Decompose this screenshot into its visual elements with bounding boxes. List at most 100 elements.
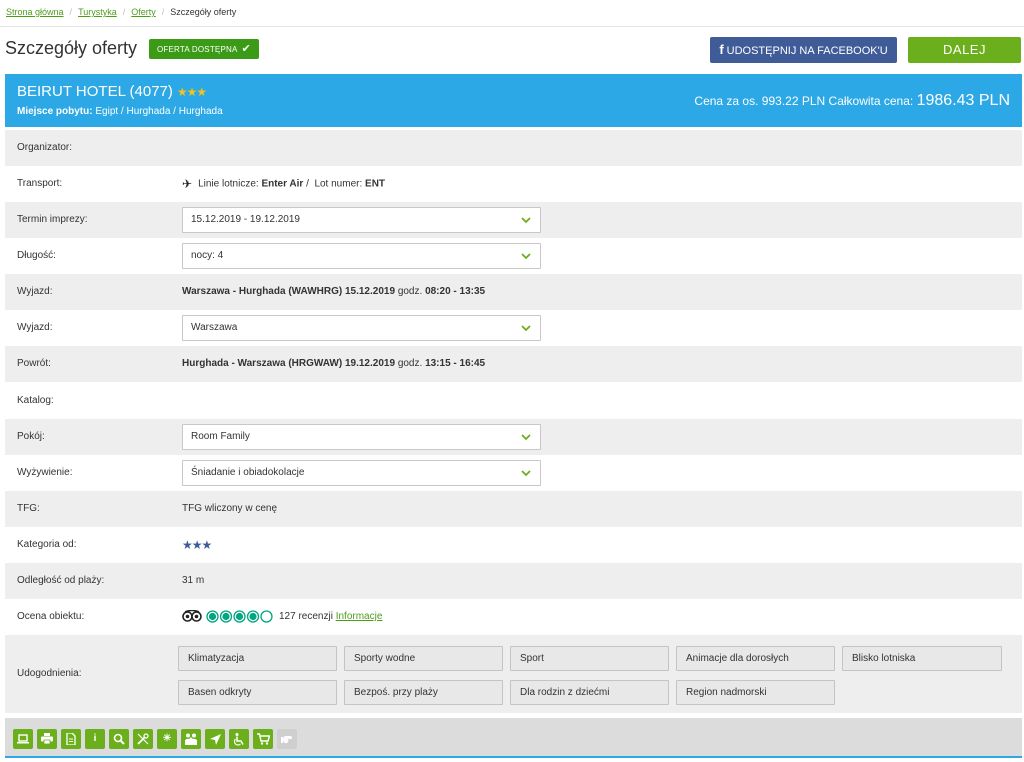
hotel-stars-icon: ★★★	[176, 85, 207, 99]
row-transport: Transport: ✈ Linie lotnicze: Enter Air / …	[5, 166, 1022, 202]
tfg-value: TFG wliczony w cenę	[182, 503, 278, 514]
status-badge: OFERTA DOSTĘPNA ✔	[149, 39, 259, 59]
airline-value: Enter Air	[261, 178, 304, 190]
row-amenities: Udogodnienia: Klimatyzacja Sporty wodne …	[5, 635, 1022, 713]
return-label: Powrót:	[17, 358, 51, 369]
category-stars-icon: ★★★	[182, 538, 212, 552]
hotel-name: BEIRUT HOTEL (4077) ★★★	[17, 83, 207, 100]
room-select-value: Room Family	[191, 431, 250, 442]
chevron-down-icon	[521, 253, 531, 260]
row-beach-distance: Odległość od plaży: 31 m	[5, 563, 1022, 599]
chevron-down-icon	[521, 470, 531, 477]
breadcrumb: Strona główna / Turystyka / Oferty / Szczegóły…	[6, 7, 236, 17]
page-title: Szczegóły oferty	[5, 38, 138, 58]
length-label: Długość:	[17, 250, 56, 261]
breadcrumb-offers-link[interactable]: Oferty	[131, 7, 156, 17]
catalog-label: Katalog:	[17, 395, 54, 406]
departure-city-label: Wyjazd:	[17, 322, 53, 333]
rating-label: Ocena obiektu:	[17, 611, 85, 622]
info-icon[interactable]: i	[85, 729, 105, 749]
print-icon[interactable]	[37, 729, 57, 749]
airplane-icon: ✈	[182, 177, 193, 191]
tripadvisor-owl-icon	[182, 610, 202, 623]
departure-route: Warszawa - Hurghada (WAWHRG) 15.12.2019	[182, 286, 396, 297]
location-value: Egipt / Hurghada / Hurghada	[95, 106, 223, 117]
board-label: Wyżywienie:	[17, 467, 73, 478]
board-select[interactable]: Śniadanie i obiadokolacje	[182, 460, 541, 486]
facebook-share-button[interactable]: f UDOSTĘPNIJ NA FACEBOOK'U	[710, 37, 897, 63]
facebook-share-label: UDOSTĘPNIJ NA FACEBOOK'U	[726, 45, 888, 57]
hand-icon[interactable]	[277, 729, 297, 749]
departure-label: Wyjazd:	[17, 286, 53, 297]
return-route: Hurghada - Warszawa (HRGWAW) 19.12.2019	[182, 358, 396, 369]
price-summary: Cena za os. 993.22 PLN Całkowita cena: 1…	[694, 92, 1010, 110]
tools-icon[interactable]	[133, 729, 153, 749]
room-label: Pokój:	[17, 431, 45, 442]
amenity-tag: Blisko lotniska	[842, 646, 1002, 671]
transport-value: ✈ Linie lotnicze: Enter Air / Lot numer: …	[182, 166, 385, 203]
amenity-tag: Bezpoś. przy plaży	[344, 680, 503, 705]
rating-bubbles-icon	[206, 610, 273, 623]
location: Miejsce pobytu: Egipt / Hurghada / Hurgh…	[17, 106, 223, 117]
laptop-icon[interactable]	[13, 729, 33, 749]
tfg-label: TFG:	[17, 503, 40, 514]
offer-toolbar: i ☀	[5, 718, 1022, 758]
flight-number-value: ENT	[365, 178, 386, 190]
organizer-label: Organizator:	[17, 142, 73, 153]
amenity-tag: Sport	[510, 646, 669, 671]
amenity-tag: Sporty wodne	[344, 646, 503, 671]
facebook-icon: f	[719, 42, 724, 57]
return-time: 13:15 - 16:45	[425, 358, 486, 369]
price-per-person-label: Cena za os.	[694, 94, 759, 108]
row-catalog: Katalog:	[5, 383, 1022, 419]
room-select[interactable]: Room Family	[182, 424, 541, 450]
departure-value: Warszawa - Hurghada (WAWHRG) 15.12.2019 …	[182, 274, 485, 310]
hotel-name-text: BEIRUT HOTEL	[17, 83, 126, 100]
row-board: Wyżywienie: Śniadanie i obiadokolacje	[5, 455, 1022, 491]
offer-header: BEIRUT HOTEL (4077) ★★★ Miejsce pobytu: E…	[5, 74, 1022, 127]
location-label: Miejsce pobytu:	[17, 106, 93, 117]
beach-distance-label: Odległość od plaży:	[17, 575, 105, 586]
row-room: Pokój: Room Family	[5, 419, 1022, 455]
location-arrow-icon[interactable]	[205, 729, 225, 749]
family-icon[interactable]	[181, 729, 201, 749]
amenity-tag: Klimatyzacja	[178, 646, 337, 671]
rating-value: 127 recenzji Informacje	[182, 599, 382, 635]
amenities-label: Udogodnienia:	[17, 668, 82, 679]
row-category: Kategoria od: ★★★	[5, 527, 1022, 563]
price-per-person: 993.22 PLN	[761, 94, 826, 108]
term-select[interactable]: 15.12.2019 - 19.12.2019	[182, 207, 541, 233]
amenity-tag: Region nadmorski	[676, 680, 835, 705]
airline-label: Linie lotnicze:	[198, 178, 259, 190]
row-term: Termin imprezy: 15.12.2019 - 19.12.2019	[5, 202, 1022, 238]
transport-label: Transport:	[17, 178, 63, 189]
breadcrumb-home-link[interactable]: Strona główna	[6, 7, 64, 17]
next-button[interactable]: DALEJ	[908, 37, 1021, 63]
chevron-down-icon	[521, 434, 531, 441]
breadcrumb-separator: /	[69, 7, 73, 17]
row-rating: Ocena obiektu: 127 recenzji Informacje	[5, 599, 1022, 635]
amenity-tag: Dla rodzin z dziećmi	[510, 680, 669, 705]
breadcrumb-tourism-link[interactable]: Turystyka	[78, 7, 117, 17]
length-select[interactable]: nocy: 4	[182, 243, 541, 269]
board-select-value: Śniadanie i obiadokolacje	[191, 467, 305, 478]
divider	[0, 26, 1024, 27]
document-icon[interactable]	[61, 729, 81, 749]
row-tfg: TFG: TFG wliczony w cenę	[5, 491, 1022, 527]
sun-icon[interactable]: ☀	[157, 729, 177, 749]
breadcrumb-current: Szczegóły oferty	[170, 7, 237, 17]
return-value: Hurghada - Warszawa (HRGWAW) 19.12.2019 …	[182, 346, 485, 382]
wheelchair-icon[interactable]	[229, 729, 249, 749]
rating-info-link[interactable]: Informacje	[336, 611, 383, 622]
length-select-value: nocy: 4	[191, 250, 224, 261]
shopping-cart-icon[interactable]	[253, 729, 273, 749]
category-value: ★★★	[182, 527, 212, 565]
departure-time-label: godz.	[397, 286, 423, 297]
chevron-down-icon	[521, 217, 531, 224]
amenity-tag: Basen odkryty	[178, 680, 337, 705]
search-icon[interactable]	[109, 729, 129, 749]
amenity-tag: Animacje dla dorosłych	[676, 646, 835, 671]
breadcrumb-separator: /	[161, 7, 165, 17]
departure-city-select[interactable]: Warszawa	[182, 315, 541, 341]
departure-time: 08:20 - 13:35	[425, 286, 486, 297]
